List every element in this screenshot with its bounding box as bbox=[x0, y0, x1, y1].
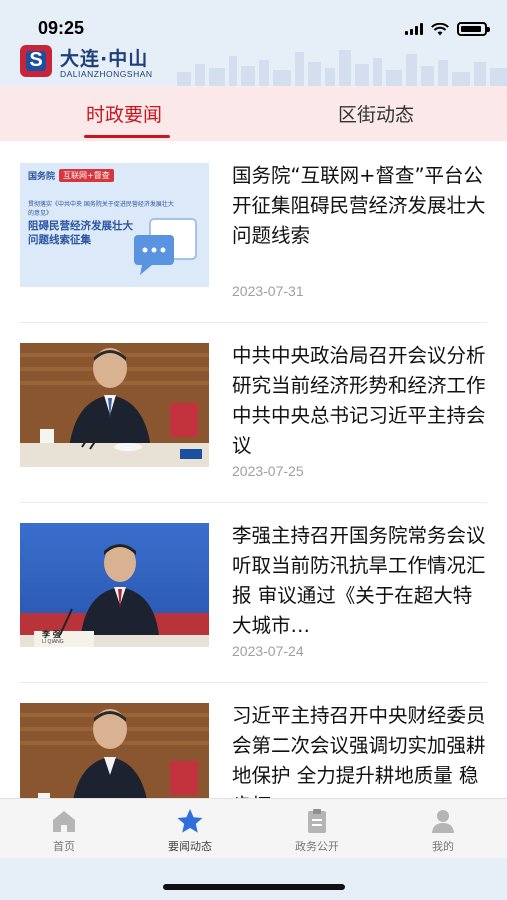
thumbnail-headline: 阻碍民营经济发展壮大问题线索征集 bbox=[28, 220, 133, 246]
news-tabs: 时政要闻 区街动态 bbox=[0, 86, 507, 141]
tabbar-label: 政务公开 bbox=[295, 840, 339, 853]
person-icon bbox=[432, 810, 454, 833]
news-feed[interactable]: 国务院 互联网+督查 贯彻落实《中共中央 国务院关于促进民营经济发展壮大的意见》… bbox=[0, 141, 507, 798]
status-bar: 09:25 bbox=[0, 0, 507, 44]
nameplate-label-en: LI QIANG bbox=[42, 639, 64, 645]
thumbnail-tags: 国务院 互联网+督查 bbox=[28, 169, 114, 182]
tabbar-item-gov-affairs[interactable]: 政务公开 bbox=[267, 807, 367, 854]
news-photo bbox=[20, 343, 209, 467]
news-thumbnail[interactable] bbox=[20, 703, 209, 798]
chat-bubble-icon bbox=[134, 218, 197, 275]
status-time: 09:25 bbox=[38, 18, 85, 38]
home-icon bbox=[53, 811, 75, 832]
bottom-tabbar: 首页 要闻动态 政务公开 我的 bbox=[0, 798, 507, 858]
tabbar-item-mine[interactable]: 我的 bbox=[393, 807, 493, 854]
news-date: 2023-07-25 bbox=[232, 463, 304, 479]
tabbar-label: 要闻动态 bbox=[168, 840, 212, 853]
news-title[interactable]: 国务院“互联网+督查”平台公开征集阻碍民营经济发展壮大问题线索 bbox=[232, 161, 490, 251]
thumbnail-tag: 国务院 bbox=[28, 172, 56, 182]
skyline-decoration bbox=[177, 50, 507, 86]
news-date: 2023-07-31 bbox=[232, 283, 304, 299]
home-indicator[interactable] bbox=[163, 884, 345, 890]
app-logo-icon bbox=[20, 45, 52, 77]
clipboard-icon bbox=[308, 809, 326, 833]
tabbar-item-news[interactable]: 要闻动态 bbox=[140, 807, 240, 854]
tab-politics-news[interactable]: 时政要闻 bbox=[86, 100, 162, 127]
news-date: 2023-07-24 bbox=[232, 643, 304, 659]
tabbar-item-home[interactable]: 首页 bbox=[14, 807, 114, 854]
news-title[interactable]: 中共中央政治局召开会议分析研究当前经济形势和经济工作 中共中央总书记习近平主持会… bbox=[232, 341, 490, 461]
star-icon bbox=[177, 809, 203, 833]
news-item[interactable]: 国务院 互联网+督查 贯彻落实《中共中央 国务院关于促进民营经济发展壮大的意见》… bbox=[0, 141, 507, 321]
news-item[interactable]: 中共中央政治局召开会议分析研究当前经济形势和经济工作 中共中央总书记习近平主持会… bbox=[0, 321, 507, 501]
news-photo bbox=[20, 703, 209, 798]
wifi-icon bbox=[431, 22, 449, 35]
home-indicator-area bbox=[0, 858, 507, 900]
app-header: 大连·中山 DALIANZHONGSHAN bbox=[0, 44, 507, 86]
battery-icon bbox=[457, 22, 490, 36]
news-title[interactable]: 习近平主持召开中央财经委员会第二次会议强调切实加强耕地保护 全力提升耕地质量 稳… bbox=[232, 701, 490, 798]
news-title[interactable]: 李强主持召开国务院常务会议 听取当前防汛抗旱工作情况汇报 审议通过《关于在超大特… bbox=[232, 521, 490, 641]
brand-title: 大连·中山 bbox=[60, 48, 149, 70]
signal-icon bbox=[405, 23, 423, 35]
thumbnail-tag: 互联网+督查 bbox=[59, 169, 114, 182]
news-item[interactable]: 李 强 LI QIANG 李强主持召开国务院常务会议 听取当前防汛抗旱工作情况汇… bbox=[0, 501, 507, 681]
news-thumbnail[interactable]: 李 强 LI QIANG bbox=[20, 523, 209, 647]
news-thumbnail[interactable] bbox=[20, 343, 209, 467]
news-thumbnail[interactable]: 国务院 互联网+督查 贯彻落实《中共中央 国务院关于促进民营经济发展壮大的意见》… bbox=[20, 163, 209, 287]
news-item[interactable]: 习近平主持召开中央财经委员会第二次会议强调切实加强耕地保护 全力提升耕地质量 稳… bbox=[0, 681, 507, 798]
brand-subtitle: DALIANZHONGSHAN bbox=[60, 69, 153, 79]
tab-district-news[interactable]: 区街动态 bbox=[338, 100, 414, 127]
status-icons bbox=[405, 22, 490, 36]
tabbar-label: 首页 bbox=[53, 840, 75, 853]
active-tab-indicator bbox=[84, 135, 170, 138]
tabbar-label: 我的 bbox=[432, 840, 454, 853]
